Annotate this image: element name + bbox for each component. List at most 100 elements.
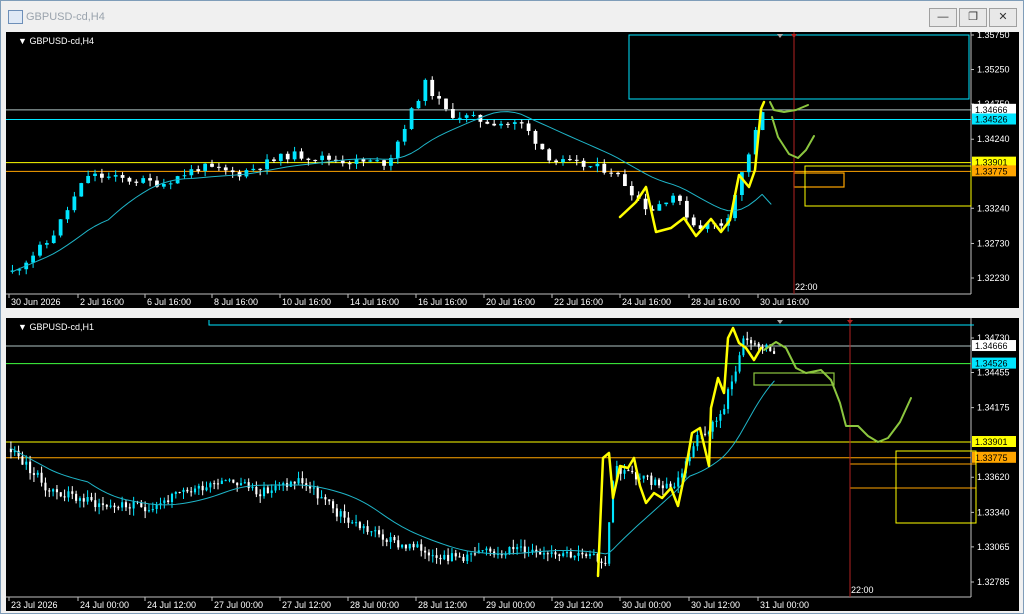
- candle-body: [292, 151, 297, 160]
- candle-body: [592, 553, 595, 555]
- candle-body: [499, 123, 503, 126]
- time-tick-label: 24 Jul 16:00: [622, 297, 671, 307]
- candle-body: [21, 456, 24, 465]
- close-button[interactable]: ✕: [989, 8, 1017, 27]
- candle-body: [362, 526, 365, 529]
- h1-chart-canvas[interactable]: 1.347301.344551.341751.336201.333401.330…: [6, 318, 1019, 611]
- time-tick-label: 31 Jul 00:00: [760, 600, 809, 610]
- candle-body: [358, 522, 361, 529]
- candle-body: [408, 543, 411, 549]
- minimize-button[interactable]: —: [929, 8, 957, 27]
- candle-body: [59, 492, 62, 497]
- candle-body: [262, 487, 266, 497]
- restore-button[interactable]: ❐: [959, 8, 987, 27]
- candle-body: [251, 168, 256, 171]
- candle-body: [134, 181, 139, 183]
- candle-body: [44, 482, 47, 491]
- candle-body: [94, 500, 97, 508]
- h4-yellow-zigzag: [618, 100, 766, 238]
- candle-body: [539, 551, 542, 555]
- price-tick-label: 1.35750: [977, 32, 1010, 40]
- title-bar[interactable]: GBPUSD-cd,H4 — ❐ ✕: [1, 1, 1023, 34]
- h4-yellow-zone: [804, 165, 972, 207]
- candle-body: [93, 173, 97, 176]
- h4-time-marker-label: 22:00: [795, 282, 818, 292]
- candle-body: [512, 546, 515, 550]
- candle-body: [703, 433, 707, 435]
- candle-body: [402, 128, 407, 142]
- candle-body: [106, 176, 111, 178]
- price-tick-label: 1.32785: [977, 577, 1010, 587]
- candle-body: [186, 489, 189, 492]
- candle-body: [523, 546, 526, 553]
- candle-body: [504, 554, 507, 556]
- candle-body: [285, 153, 290, 160]
- candle-body: [604, 562, 607, 564]
- candle-body: [508, 546, 511, 555]
- candle-body: [444, 98, 448, 110]
- h1-time-marker-label: 22:00: [851, 585, 874, 595]
- candle-body: [526, 123, 531, 131]
- triangle-down-icon[interactable]: ▼: [18, 322, 27, 332]
- triangle-down-icon[interactable]: ▼: [18, 36, 27, 46]
- candle-body: [657, 479, 661, 486]
- candle-body: [447, 554, 450, 561]
- candle-body: [585, 554, 588, 557]
- candle-body: [719, 414, 722, 421]
- candle-body: [489, 548, 492, 552]
- candle-body: [197, 485, 200, 489]
- candle-body: [734, 371, 737, 382]
- candle-body: [547, 149, 552, 161]
- candle-body: [17, 450, 20, 457]
- candle-body: [565, 551, 569, 554]
- candle-body: [86, 496, 89, 502]
- candle-body: [301, 478, 304, 484]
- h1-chart-pane[interactable]: 1.34730 1.34455 1.34175 1.33620 1.33340 1.330…: [6, 318, 1019, 611]
- candle-body: [550, 552, 553, 554]
- h1-yellow-zone: [895, 450, 977, 524]
- price-marker-label: 1.33901: [975, 437, 1008, 447]
- candle-body: [141, 178, 146, 183]
- candle-body: [340, 160, 345, 164]
- candle-body: [247, 482, 250, 489]
- candle-body: [562, 553, 565, 556]
- candle-body: [561, 159, 565, 163]
- candle-body: [161, 183, 166, 187]
- candle-body: [569, 551, 572, 558]
- candle-body: [78, 498, 82, 501]
- candle-body: [101, 503, 105, 505]
- candle-body: [55, 489, 58, 493]
- candle-body: [609, 172, 614, 174]
- h4-chart-canvas[interactable]: 1.357501.352501.347501.342401.332401.327…: [6, 32, 1019, 308]
- candle-body: [677, 477, 680, 487]
- candle-body: [316, 487, 319, 499]
- candle-body: [435, 555, 438, 558]
- h1-green-zone: [753, 372, 835, 386]
- candle-body: [224, 480, 227, 482]
- candle-body: [299, 151, 304, 159]
- candle-body: [71, 491, 74, 494]
- price-tick-label: 1.33240: [977, 203, 1010, 213]
- candle-body: [519, 546, 523, 548]
- candle-body: [665, 483, 668, 489]
- time-tick-label: 30 Jul 00:00: [622, 600, 671, 610]
- candle-body: [654, 479, 657, 485]
- candle-body: [629, 186, 634, 196]
- candle-body: [430, 79, 435, 97]
- candle-body: [251, 486, 254, 489]
- candle-body: [209, 483, 212, 488]
- candle-body: [100, 173, 104, 178]
- candle-body: [105, 504, 108, 507]
- candle-body: [120, 175, 125, 178]
- candle-body: [485, 121, 490, 124]
- h1-symbol-label: ▼ GBPUSD-cd,H1: [18, 322, 94, 332]
- h1-symbol-text: GBPUSD-cd,H1: [29, 322, 94, 332]
- h4-chart-pane[interactable]: 1.357501.352501.347501.342401.332401.327…: [6, 32, 1019, 308]
- price-marker-label: 1.34526: [975, 114, 1008, 124]
- candle-body: [182, 489, 185, 493]
- candle-body: [574, 159, 579, 161]
- candle-body: [144, 507, 147, 512]
- candle-body: [216, 483, 220, 485]
- candle-body: [443, 554, 446, 560]
- candle-body: [244, 170, 249, 177]
